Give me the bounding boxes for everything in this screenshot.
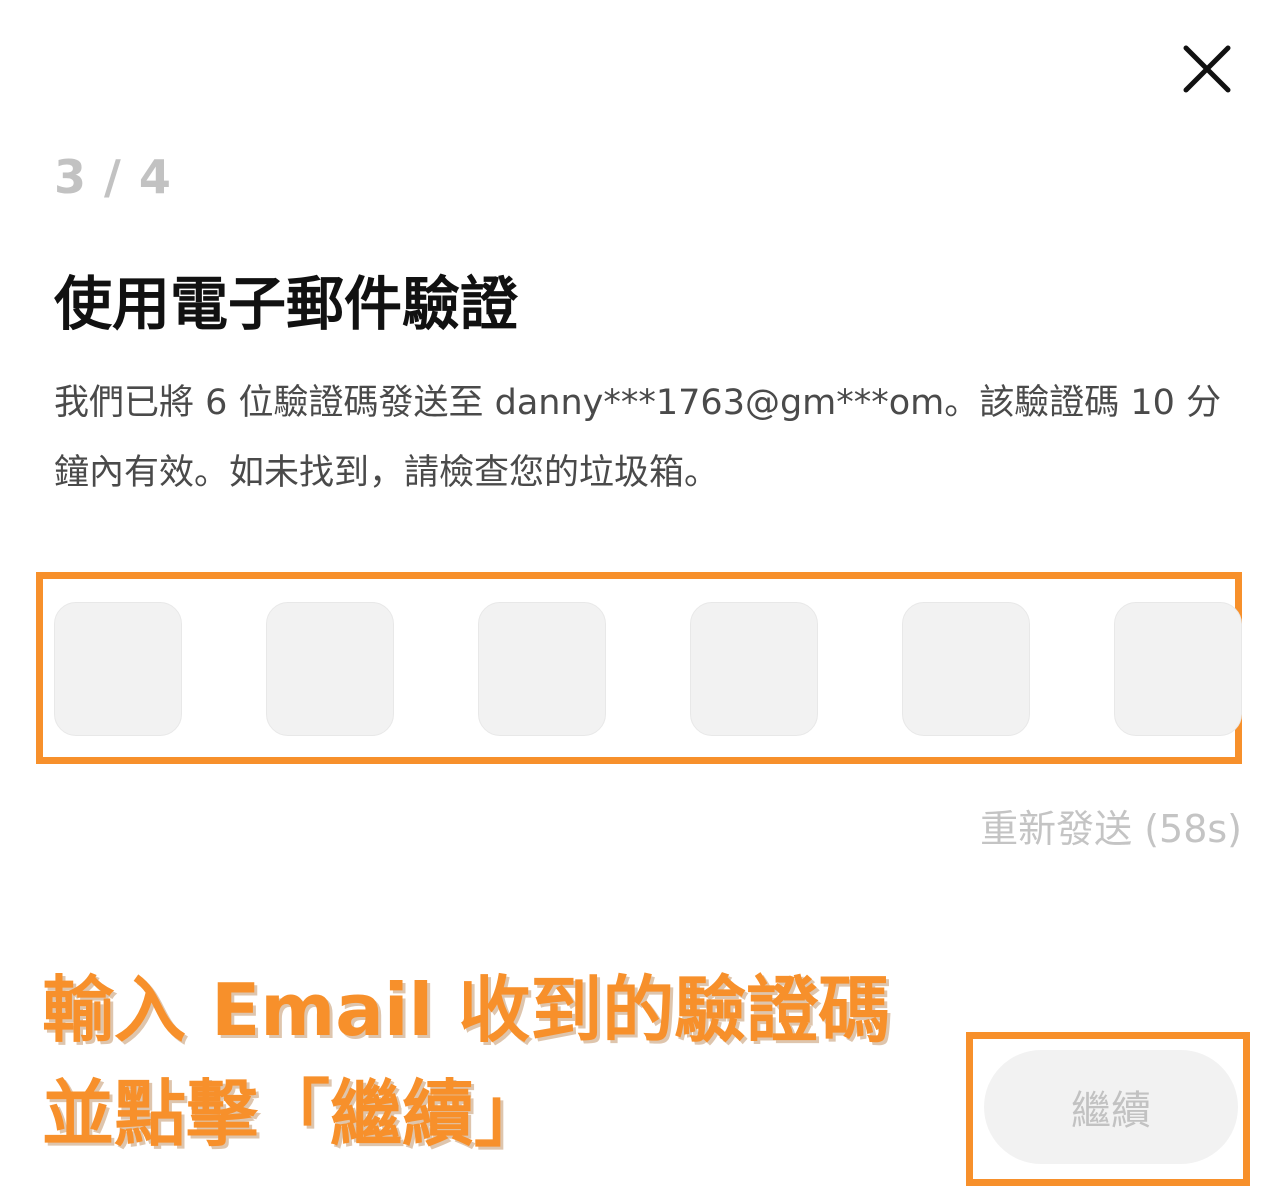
code-input-4[interactable] <box>690 602 818 736</box>
verification-description: 我們已將 6 位驗證碼發送至 danny***1763@gm***om。該驗證碼… <box>54 383 1222 493</box>
code-input-6[interactable] <box>1114 602 1242 736</box>
code-input-3[interactable] <box>478 602 606 736</box>
verification-dialog: 3 / 4 使用電子郵件驗證 我們已將 6 位驗證碼發送至 danny***17… <box>0 0 1288 1191</box>
instruction-annotation: 輸入 Email 收到的驗證碼 並點擊「繼續」 <box>42 958 890 1166</box>
resend-link[interactable]: 重新發送 (58s) <box>980 798 1242 853</box>
code-input-5[interactable] <box>902 602 1030 736</box>
code-input-1[interactable] <box>54 602 182 736</box>
code-input-highlight <box>36 572 1242 764</box>
close-icon <box>1183 45 1231 93</box>
code-input-2[interactable] <box>266 602 394 736</box>
page-title: 使用電子郵件驗證 <box>54 270 519 338</box>
annotation-line-1: 輸入 Email 收到的驗證碼 <box>42 968 891 1052</box>
close-button[interactable] <box>1176 38 1238 100</box>
step-indicator: 3 / 4 <box>54 150 172 204</box>
annotation-line-2: 並點擊「繼續」 <box>42 1072 547 1156</box>
continue-button[interactable]: 繼續 <box>984 1050 1238 1164</box>
